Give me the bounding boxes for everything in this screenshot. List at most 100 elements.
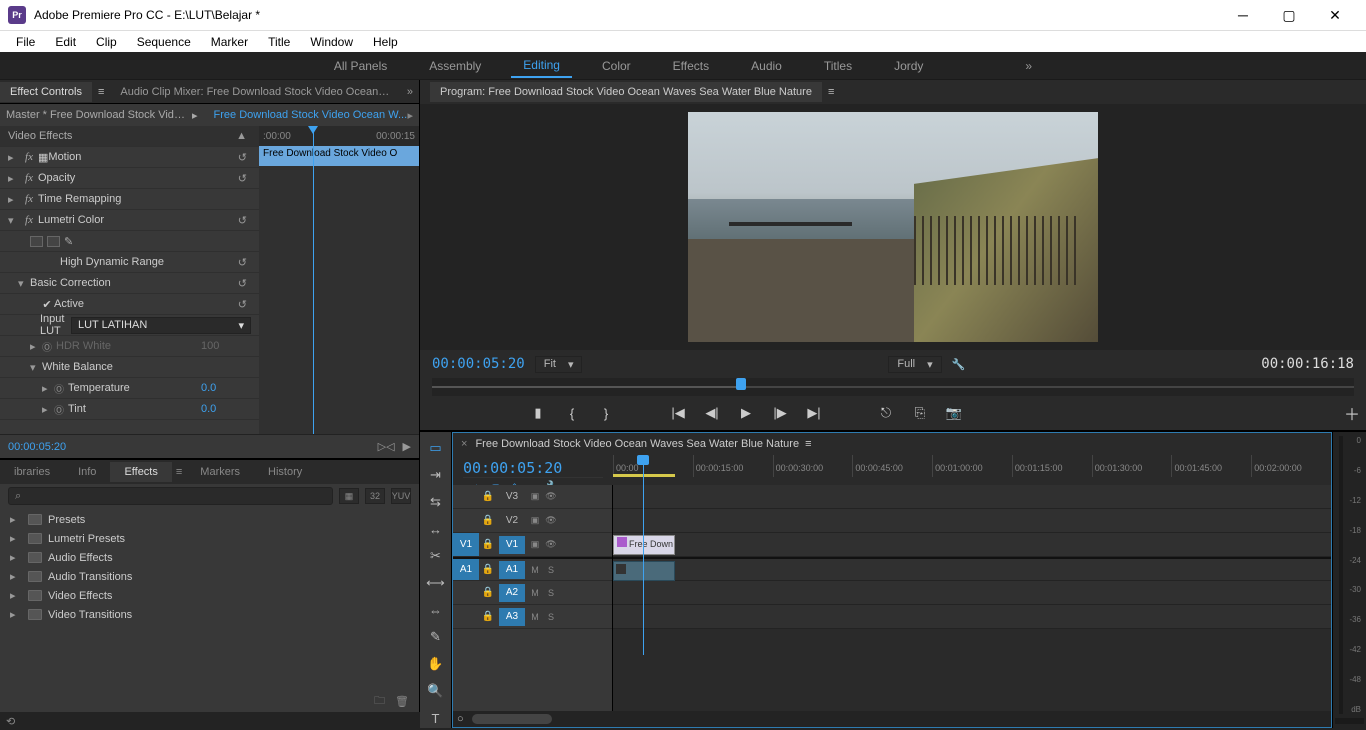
- scrub-playhead[interactable]: [736, 378, 746, 390]
- program-monitor-viewport[interactable]: [420, 104, 1366, 350]
- temperature-value[interactable]: 0.0: [201, 382, 251, 394]
- hdr-white-value[interactable]: 100: [201, 340, 251, 352]
- accelerated-fx-icon[interactable]: ▦: [339, 488, 359, 504]
- active-checkbox[interactable]: ✔: [40, 297, 54, 311]
- new-bin-icon[interactable]: 🗀: [374, 692, 385, 711]
- menu-marker[interactable]: Marker: [201, 33, 258, 51]
- sequence-tab[interactable]: Free Download Stock Video Ocean Waves Se…: [475, 438, 799, 450]
- source-patch-a1[interactable]: A1: [453, 559, 479, 580]
- disclosure-icon[interactable]: ▾: [18, 277, 30, 290]
- panel-menu-icon[interactable]: ≡: [92, 86, 110, 98]
- menu-clip[interactable]: Clip: [86, 33, 127, 51]
- delete-icon[interactable]: 🗑: [395, 695, 409, 708]
- workspace-all-panels[interactable]: All Panels: [322, 55, 399, 77]
- workspace-titles[interactable]: Titles: [812, 55, 864, 77]
- workspace-color[interactable]: Color: [590, 55, 643, 77]
- tab-libraries[interactable]: ibraries: [0, 462, 64, 482]
- menu-window[interactable]: Window: [300, 33, 363, 51]
- folder-lumetri-presets[interactable]: ▸Lumetri Presets: [0, 529, 419, 548]
- track-lane-a2[interactable]: [613, 581, 1331, 605]
- lock-icon[interactable]: 🔒: [479, 539, 497, 550]
- fx-badge-icon[interactable]: fx: [20, 172, 38, 184]
- mark-in-button[interactable]: {: [564, 405, 580, 421]
- toggle-timeline-view[interactable]: ▸: [407, 109, 413, 122]
- toggle-output-icon[interactable]: 👁: [543, 539, 559, 550]
- work-area-bar[interactable]: [613, 474, 675, 477]
- add-marker-button[interactable]: ▮: [530, 405, 546, 421]
- folder-audio-effects[interactable]: ▸Audio Effects: [0, 548, 419, 567]
- panel-menu-icon[interactable]: ≡: [172, 466, 186, 478]
- folder-presets[interactable]: ▸Presets: [0, 510, 419, 529]
- reset-icon[interactable]: ↺: [234, 256, 251, 269]
- disclosure-icon[interactable]: ▸: [8, 193, 20, 206]
- slip-tool[interactable]: ⟷: [426, 573, 446, 593]
- track-target-a1[interactable]: A1: [499, 561, 525, 579]
- mute-icon[interactable]: M: [527, 588, 543, 598]
- quality-dropdown[interactable]: Full▾: [888, 356, 941, 373]
- mute-icon[interactable]: M: [527, 565, 543, 575]
- workspace-jordy[interactable]: Jordy: [882, 55, 935, 77]
- loop-playback-icon[interactable]: ▷◁: [378, 440, 395, 453]
- menu-title[interactable]: Title: [258, 33, 300, 51]
- tab-program-monitor[interactable]: Program: Free Download Stock Video Ocean…: [430, 82, 822, 102]
- track-lane-v3[interactable]: [613, 485, 1331, 509]
- workspace-overflow-icon[interactable]: »: [1013, 55, 1044, 77]
- tab-overflow[interactable]: »: [401, 82, 419, 102]
- tab-effects[interactable]: Effects: [110, 462, 171, 482]
- 32bit-badge-icon[interactable]: 32: [365, 488, 385, 504]
- tab-audio-clip-mixer[interactable]: Audio Clip Mixer: Free Download Stock Vi…: [110, 82, 401, 102]
- play-button[interactable]: ▶: [738, 405, 754, 421]
- mask-ellipse-icon[interactable]: [30, 236, 43, 247]
- effect-mini-timeline[interactable]: :00:0000:00:15 Free Download Stock Video…: [259, 126, 419, 434]
- solo-icon[interactable]: S: [543, 588, 559, 598]
- effect-motion[interactable]: Motion: [48, 151, 233, 163]
- toggle-sync-lock-icon[interactable]: ▣: [527, 491, 543, 502]
- lock-icon[interactable]: 🔒: [479, 515, 497, 526]
- close-button[interactable]: ✕: [1312, 0, 1358, 30]
- tab-history[interactable]: History: [254, 462, 316, 482]
- hand-tool[interactable]: ✋: [426, 654, 446, 674]
- hdr-checkbox[interactable]: [46, 255, 60, 269]
- stopwatch-icon[interactable]: Ⓞ: [54, 402, 68, 417]
- reset-icon[interactable]: ↺: [234, 298, 251, 311]
- tint-value[interactable]: 0.0: [201, 403, 251, 415]
- toggle-output-icon[interactable]: 👁: [543, 491, 559, 502]
- workspace-assembly[interactable]: Assembly: [417, 55, 493, 77]
- zoom-tool[interactable]: 🔍: [426, 681, 446, 701]
- slide-tool[interactable]: ⇔: [426, 600, 446, 620]
- timeline-ruler[interactable]: 00:00 00:00:15:00 00:00:30:00 00:00:45:0…: [613, 455, 1331, 477]
- toggle-output-icon[interactable]: 👁: [543, 515, 559, 526]
- timeline-zoom-scrollbar[interactable]: ○: [453, 711, 1331, 727]
- disclosure-icon[interactable]: ▾: [8, 214, 20, 227]
- pen-tool[interactable]: ✎: [426, 627, 446, 647]
- mask-rect-icon[interactable]: [47, 236, 60, 247]
- sync-status-icon[interactable]: ⟲: [6, 715, 15, 728]
- effect-opacity[interactable]: Opacity: [38, 172, 234, 184]
- track-lane-v2[interactable]: [613, 509, 1331, 533]
- disclosure-icon[interactable]: ▸: [8, 151, 20, 164]
- solo-icon[interactable]: S: [543, 612, 559, 622]
- mask-pen-icon[interactable]: ✎: [64, 235, 73, 248]
- mini-playhead[interactable]: [313, 126, 314, 434]
- reset-icon[interactable]: ↺: [234, 172, 251, 185]
- minimize-button[interactable]: ─: [1220, 0, 1266, 30]
- panel-menu-icon[interactable]: ≡: [805, 438, 811, 450]
- settings-wrench-icon[interactable]: 🔧: [952, 358, 966, 371]
- track-lane-a1[interactable]: [613, 557, 1331, 581]
- selection-tool[interactable]: ▭: [426, 438, 446, 458]
- track-target-v2[interactable]: V2: [499, 512, 525, 530]
- audio-clip[interactable]: [613, 561, 675, 581]
- disclosure-icon[interactable]: ▾: [30, 361, 42, 374]
- track-select-tool[interactable]: ⇥: [426, 465, 446, 485]
- step-forward-button[interactable]: |▶: [772, 405, 788, 421]
- tab-info[interactable]: Info: [64, 462, 110, 482]
- go-to-in-button[interactable]: |◀: [670, 405, 686, 421]
- track-target-v1[interactable]: V1: [499, 536, 525, 554]
- tab-markers[interactable]: Markers: [186, 462, 254, 482]
- effect-lumetri-color[interactable]: Lumetri Color: [38, 214, 234, 226]
- white-balance-label[interactable]: White Balance: [42, 361, 251, 373]
- button-editor-icon[interactable]: ＋: [1350, 405, 1366, 421]
- mark-out-button[interactable]: }: [598, 405, 614, 421]
- folder-audio-transitions[interactable]: ▸Audio Transitions: [0, 567, 419, 586]
- ripple-edit-tool[interactable]: ⇆: [426, 492, 446, 512]
